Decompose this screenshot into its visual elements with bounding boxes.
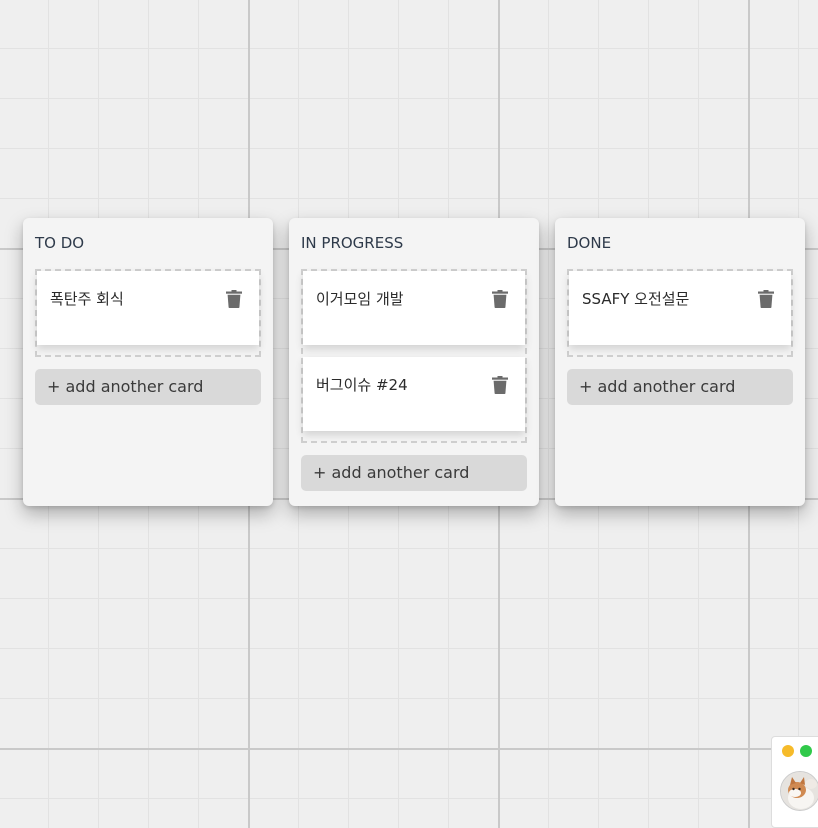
cat-avatar-icon <box>781 772 818 810</box>
kanban-board: TO DO 폭탄주 회식 + add another card IN PROGR… <box>0 0 818 818</box>
column-in-progress: IN PROGRESS 이거모임 개발 버그이슈 #24 + add anoth <box>289 218 539 506</box>
trash-icon[interactable] <box>226 290 242 308</box>
add-card-button[interactable]: + add another card <box>35 369 261 405</box>
card-drop-zone: SSAFY 오전설문 <box>567 269 793 357</box>
column-title: TO DO <box>35 234 85 252</box>
card[interactable]: 버그이슈 #24 <box>303 357 525 431</box>
card-drop-zone: 이거모임 개발 버그이슈 #24 <box>301 269 527 443</box>
user-widget <box>771 736 818 828</box>
card-text: 이거모임 개발 <box>316 290 404 308</box>
yellow-dot-icon[interactable] <box>782 745 794 757</box>
trash-icon[interactable] <box>758 290 774 308</box>
card[interactable]: 이거모임 개발 <box>303 271 525 345</box>
trash-icon[interactable] <box>492 290 508 308</box>
column-title: IN PROGRESS <box>301 234 404 252</box>
card-drop-zone: 폭탄주 회식 <box>35 269 261 357</box>
green-dot-icon[interactable] <box>800 745 812 757</box>
add-card-button[interactable]: + add another card <box>567 369 793 405</box>
card-text: 폭탄주 회식 <box>50 290 124 308</box>
card-text: 버그이슈 #24 <box>316 376 408 394</box>
trash-icon[interactable] <box>492 376 508 394</box>
card[interactable]: 폭탄주 회식 <box>37 271 259 345</box>
card-text: SSAFY 오전설문 <box>582 290 690 308</box>
avatar[interactable] <box>780 771 818 811</box>
add-card-button[interactable]: + add another card <box>301 455 527 491</box>
column-todo: TO DO 폭탄주 회식 + add another card <box>23 218 273 506</box>
column-done: DONE SSAFY 오전설문 + add another card <box>555 218 805 506</box>
card[interactable]: SSAFY 오전설문 <box>569 271 791 345</box>
column-title: DONE <box>567 234 612 252</box>
